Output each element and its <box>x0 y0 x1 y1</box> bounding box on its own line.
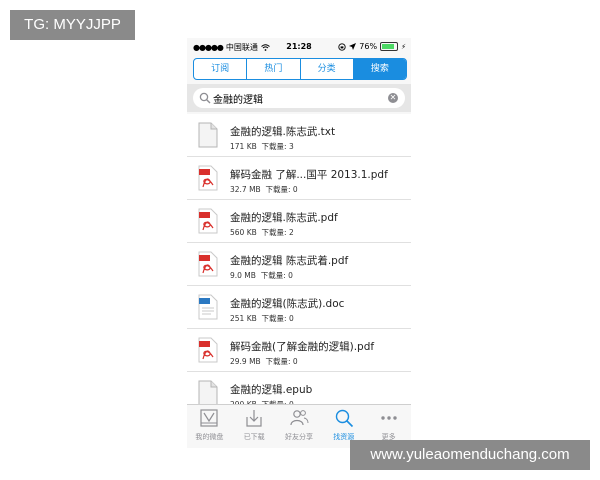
tabbar-item-friend-share[interactable]: 好友分享 <box>277 405 322 448</box>
search-input[interactable] <box>211 92 383 104</box>
file-name: 金融的逻辑 陈志武着.pdf <box>230 255 349 267</box>
tabbar-item-downloaded[interactable]: 已下载 <box>232 405 277 448</box>
file-meta: 9.0 MB 下载量: 0 <box>230 271 293 280</box>
epub-file-icon <box>198 380 218 406</box>
find-resource-icon <box>335 409 353 428</box>
file-name: 金融的逻辑(陈志武).doc <box>230 298 345 310</box>
tab-search[interactable]: 搜索 <box>353 59 406 79</box>
file-name: 金融的逻辑.陈志武.txt <box>230 126 336 138</box>
friends-icon <box>290 410 309 426</box>
segmented-control: 订阅 热门 分类 搜索 <box>193 58 407 80</box>
list-item[interactable]: 金融的逻辑 陈志武着.pdf 9.0 MB 下载量: 0 <box>187 243 411 286</box>
search-icon <box>199 92 211 104</box>
battery-percent: 76% <box>359 42 378 51</box>
watermark-top: TG: MYYJJPP <box>10 10 135 40</box>
pdf-file-icon <box>198 165 218 191</box>
more-icon <box>380 416 397 420</box>
lock-rotation-icon <box>338 42 346 51</box>
file-meta: 29.9 MB 下载量: 0 <box>230 357 298 366</box>
location-icon <box>349 43 357 50</box>
phone-screen: ●●●●● 中国联通 21:28 76% ⚡ 订阅 热门 分类 搜索 金融的逻辑… <box>187 38 411 448</box>
file-name: 解码金融 了解...国平 2013.1.pdf <box>230 169 388 181</box>
download-icon <box>246 410 262 427</box>
charging-icon: ⚡ <box>401 42 406 51</box>
watermark-bottom: www.yuleaomenduchang.com <box>350 440 590 470</box>
search-bar: ✕ <box>187 84 411 112</box>
list-item[interactable]: 解码金融 了解...国平 2013.1.pdf 32.7 MB 下载量: 0 <box>187 157 411 200</box>
file-name: 解码金融(了解金融的逻辑).pdf <box>230 341 375 353</box>
tabbar-item-my-vdisk[interactable]: 我的微盘 <box>187 405 232 448</box>
clear-icon[interactable]: ✕ <box>388 93 398 103</box>
pdf-file-icon <box>198 337 218 363</box>
file-meta: 171 KB 下载量: 3 <box>230 142 294 151</box>
tabbar-label: 好友分享 <box>284 433 313 441</box>
pdf-file-icon <box>198 251 218 277</box>
vdisk-icon <box>200 409 218 427</box>
battery-icon <box>380 42 399 51</box>
file-meta: 251 KB 下载量: 0 <box>230 314 294 323</box>
search-field: ✕ <box>193 88 405 108</box>
list-item[interactable]: 金融的逻辑.陈志武.txt 171 KB 下载量: 3 <box>187 114 411 157</box>
file-name: 金融的逻辑.epub <box>230 384 313 396</box>
tab-category[interactable]: 分类 <box>301 59 354 79</box>
file-name: 金融的逻辑.陈志武.pdf <box>230 212 338 224</box>
list-item[interactable]: 解码金融(了解金融的逻辑).pdf 29.9 MB 下载量: 0 <box>187 329 411 372</box>
tab-popular[interactable]: 热门 <box>247 59 301 79</box>
results-list: 金融的逻辑.陈志武.txt 171 KB 下载量: 3 解码金融 了解...国平… <box>187 114 411 415</box>
pdf-file-icon <box>198 208 218 234</box>
file-meta: 32.7 MB 下载量: 0 <box>230 185 298 194</box>
file-meta: 560 KB 下载量: 2 <box>230 228 294 237</box>
txt-file-icon <box>198 122 218 148</box>
tabbar-label: 已下载 <box>243 433 265 441</box>
list-item[interactable]: 金融的逻辑(陈志武).doc 251 KB 下载量: 0 <box>187 286 411 329</box>
status-bar: ●●●●● 中国联通 21:28 76% ⚡ <box>187 38 411 56</box>
list-item[interactable]: 金融的逻辑.陈志武.pdf 560 KB 下载量: 2 <box>187 200 411 243</box>
tabbar-label: 我的微盘 <box>195 433 224 441</box>
tab-subscribe[interactable]: 订阅 <box>194 59 248 79</box>
doc-file-icon <box>198 294 218 320</box>
